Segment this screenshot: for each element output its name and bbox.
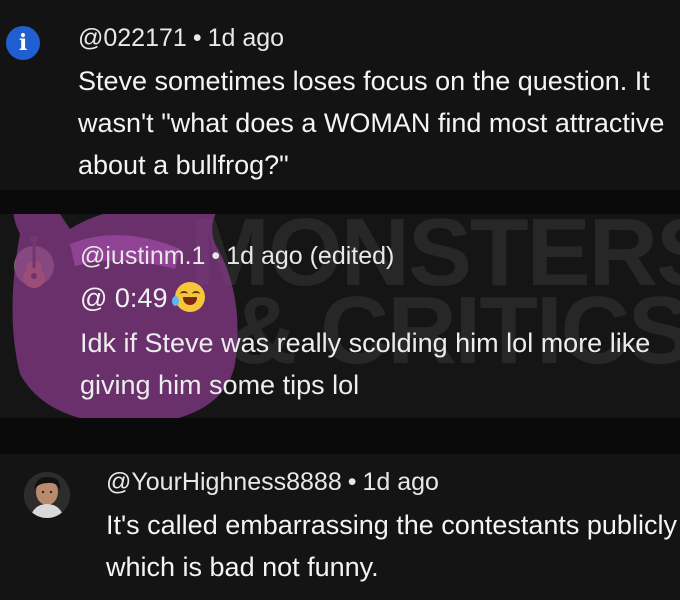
separator-dot: • bbox=[192, 24, 202, 52]
comment-time: 1d ago bbox=[362, 468, 439, 496]
info-icon[interactable]: i bbox=[6, 26, 40, 60]
separator-dot: • bbox=[211, 242, 221, 270]
comment-1: i @022171 • 1d ago Steve sometimes loses f… bbox=[0, 0, 680, 190]
comment-meta: @022171 • 1d ago bbox=[78, 24, 284, 53]
comment-author[interactable]: @022171 bbox=[78, 24, 187, 52]
comment-author[interactable]: @YourHighness8888 bbox=[106, 468, 342, 496]
timestamp-link[interactable]: @ 0:49 bbox=[80, 283, 167, 313]
comment-2: MONSTERS & CRITICS @justinm.1 • 1d ago (ed… bbox=[0, 214, 680, 418]
comment-text: Steve sometimes loses focus on the quest… bbox=[78, 66, 665, 180]
laughing-tears-emoji-icon bbox=[172, 282, 206, 312]
separator-dot: • bbox=[347, 468, 357, 496]
user-avatar[interactable] bbox=[24, 472, 70, 518]
timestamp-line: @ 0:49 bbox=[80, 282, 206, 314]
comment-time: 1d ago (edited) bbox=[226, 242, 395, 270]
comment-time: 1d ago bbox=[207, 24, 285, 52]
comment-text: Idk if Steve was really scolding him lol… bbox=[80, 328, 651, 400]
comment-divider bbox=[0, 190, 680, 214]
comment-3: @YourHighness8888 • 1d ago It's called emb… bbox=[0, 454, 680, 600]
comment-meta: @YourHighness8888 • 1d ago bbox=[106, 468, 439, 497]
comment-text: It's called embarrassing the contestants… bbox=[106, 510, 677, 582]
comment-divider bbox=[0, 418, 680, 454]
comment-meta: @justinm.1 • 1d ago (edited) bbox=[80, 242, 394, 271]
comment-author[interactable]: @justinm.1 bbox=[80, 242, 205, 270]
